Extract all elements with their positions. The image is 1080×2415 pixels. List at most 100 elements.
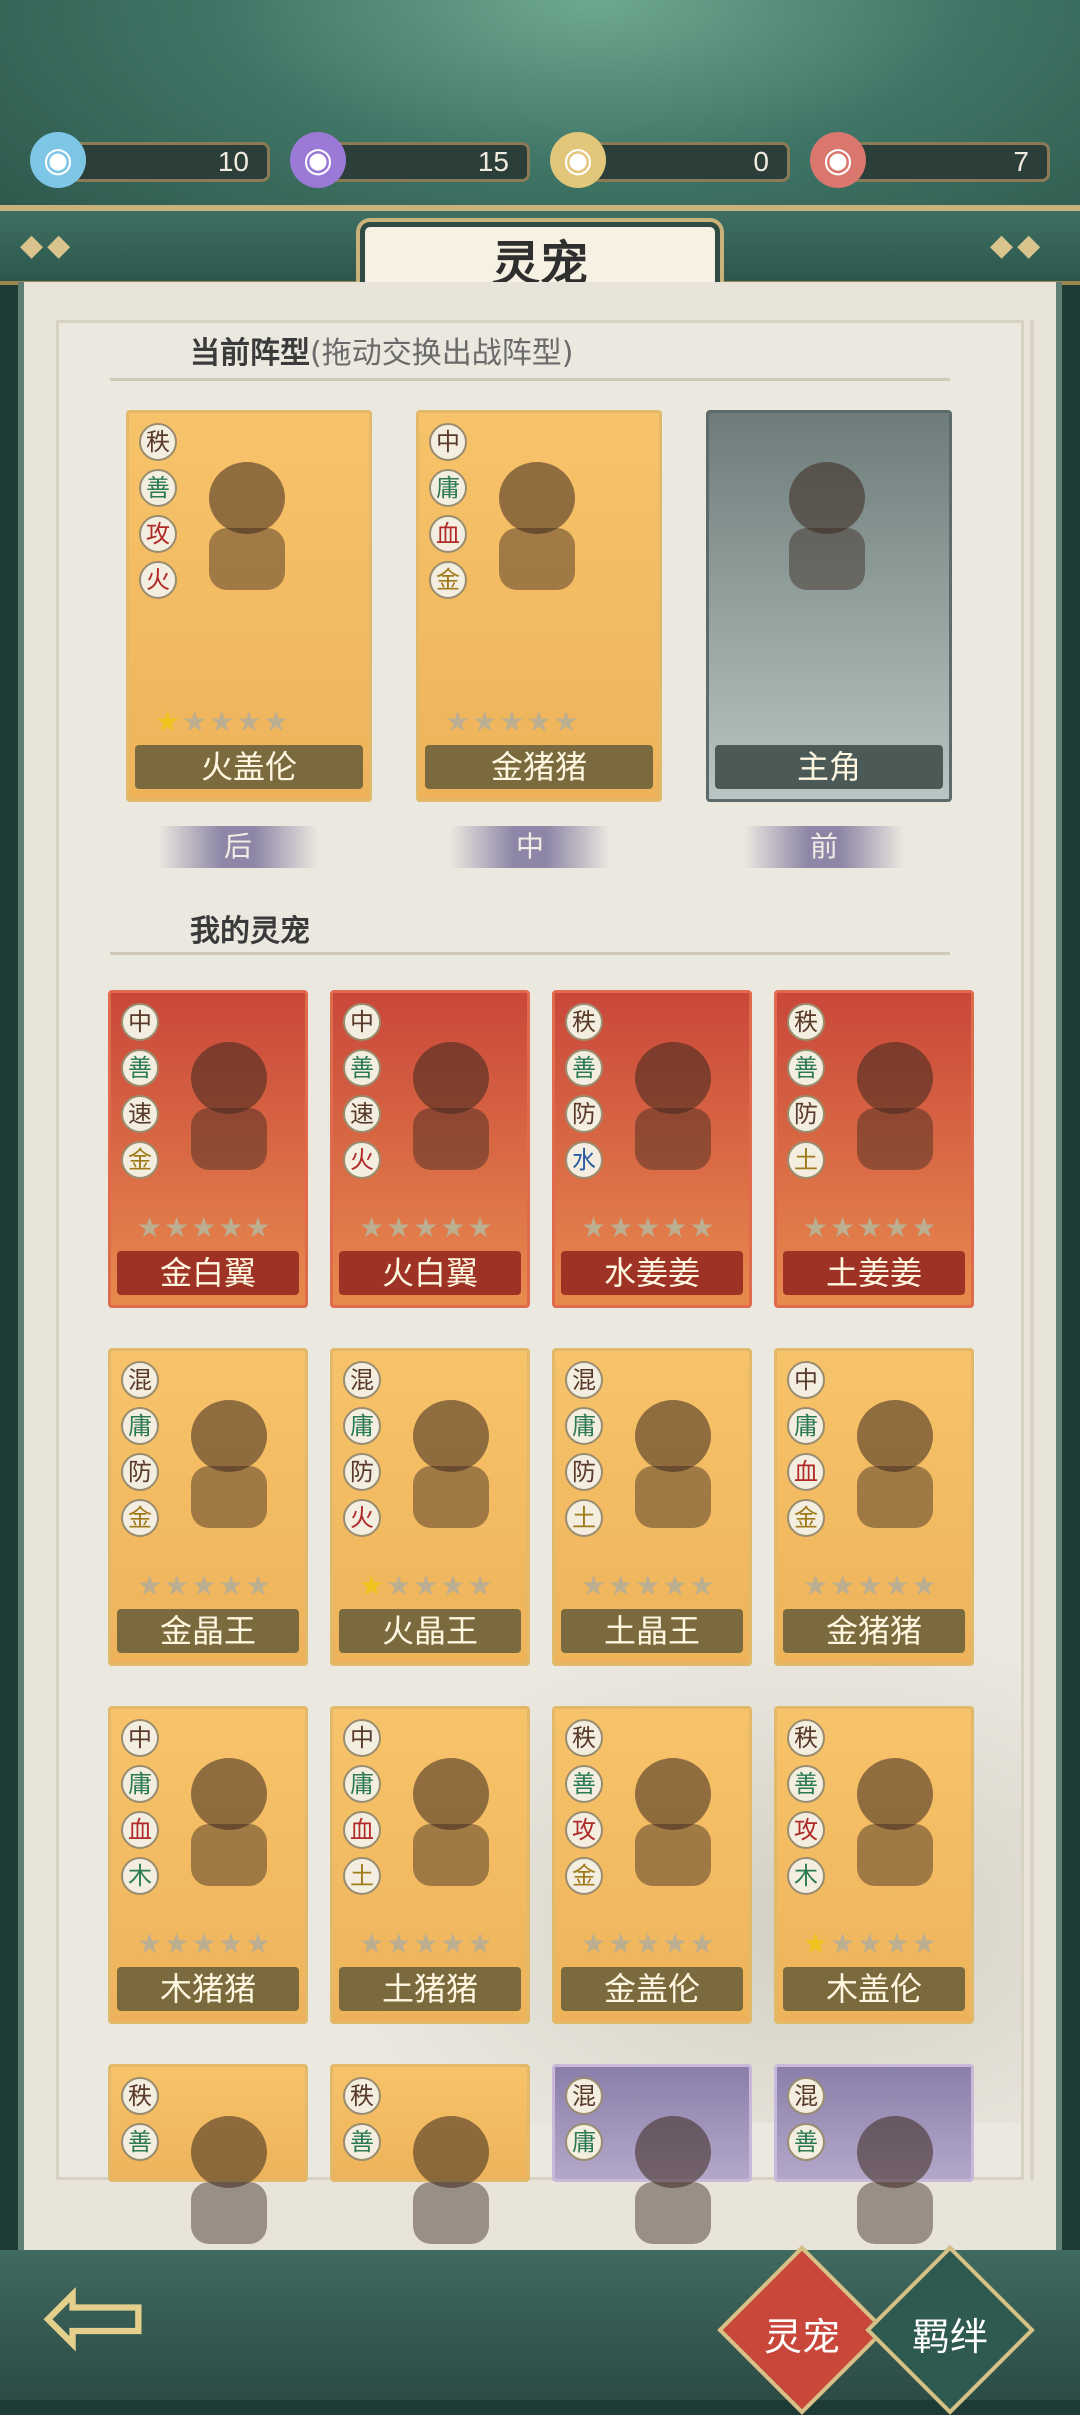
pet-portrait: [161, 1739, 297, 1899]
resource-3: 0 ◉: [550, 132, 790, 188]
trait-tag: 善: [121, 2123, 159, 2161]
star-icon: ★: [526, 705, 552, 738]
pet-card[interactable]: 秩善攻金 ★ ★ ★ ★ ★ 金盖伦: [552, 1706, 752, 2024]
trait-tag: 金: [121, 1141, 159, 1179]
my-pets-title: 我的灵宠: [190, 914, 310, 949]
divider: [110, 952, 950, 955]
tab-bonds[interactable]: 羁绊: [880, 2306, 1020, 2361]
resource-bar: 10 ◉ 15 ◉ 0 ◉ 7 ◉: [20, 132, 1060, 192]
position-back: 后: [158, 826, 318, 868]
trait-tag: 善: [139, 469, 177, 507]
pet-card[interactable]: 中庸血金 ★ ★ ★ ★ ★ 金猪猪: [774, 1348, 974, 1666]
pet-name: 火盖伦: [135, 745, 363, 789]
star-icon: ★: [386, 1569, 412, 1602]
star-icon: ★: [830, 1211, 856, 1244]
pet-card[interactable]: 中庸血土 ★ ★ ★ ★ ★ 土猪猪: [330, 1706, 530, 2024]
scrollbar[interactable]: [1030, 320, 1034, 2180]
pet-portrait: [605, 1739, 741, 1899]
star-icon: ★: [857, 1927, 883, 1960]
trait-tags: 混庸防金: [121, 1361, 159, 1545]
pet-card[interactable]: 秩善: [108, 2064, 308, 2244]
star-icon: ★: [689, 1211, 715, 1244]
trait-tag: 庸: [121, 1765, 159, 1803]
trait-tag: 秩: [787, 1719, 825, 1757]
star-icon: ★: [608, 1211, 634, 1244]
trait-tag: 血: [343, 1811, 381, 1849]
resource-value: 10: [70, 142, 270, 182]
pet-card[interactable]: 中庸血金 ★ ★ ★ ★ ★ 金猪猪: [416, 410, 662, 802]
star-icon: ★: [803, 1211, 829, 1244]
pet-card[interactable]: 混庸防金 ★ ★ ★ ★ ★ 金晶王: [108, 1348, 308, 1666]
trait-tag: 善: [565, 1765, 603, 1803]
pet-portrait: [827, 1739, 963, 1899]
pet-name: 火晶王: [339, 1609, 521, 1653]
pet-portrait: [383, 2097, 519, 2257]
pet-portrait: [827, 2097, 963, 2257]
trait-tag: 庸: [429, 469, 467, 507]
pet-name: 火白翼: [339, 1251, 521, 1295]
star-icon: ★: [440, 1569, 466, 1602]
pet-name: 金猪猪: [425, 745, 653, 789]
pet-card[interactable]: 秩善防水 ★ ★ ★ ★ ★ 水姜姜: [552, 990, 752, 1308]
trait-tag: 血: [121, 1811, 159, 1849]
pet-card[interactable]: 秩善: [330, 2064, 530, 2244]
pet-name: 木猪猪: [117, 1967, 299, 2011]
ornament-right-icon: ◆◆: [990, 228, 1045, 263]
trait-tag: 防: [343, 1453, 381, 1491]
ornament-left-icon: ◆◆: [20, 228, 75, 263]
trait-tag: 庸: [121, 1407, 159, 1445]
star-icon: ★: [245, 1927, 271, 1960]
star-icon: ★: [413, 1927, 439, 1960]
resource-value: 7: [850, 142, 1050, 182]
trait-tag: 善: [565, 1049, 603, 1087]
pet-portrait: [383, 1739, 519, 1899]
pet-card[interactable]: 中善速金 ★ ★ ★ ★ ★ 金白翼: [108, 990, 308, 1308]
pet-card[interactable]: 中庸血木 ★ ★ ★ ★ ★ 木猪猪: [108, 1706, 308, 2024]
trait-tag: 防: [787, 1095, 825, 1133]
spirit-orb-purple-icon[interactable]: ◉: [290, 132, 346, 188]
star-icon: ★: [608, 1569, 634, 1602]
trait-tag: 土: [565, 1499, 603, 1537]
position-middle: 中: [450, 826, 610, 868]
star-icon: ★: [689, 1927, 715, 1960]
trait-tag: 金: [429, 561, 467, 599]
trait-tag: 混: [565, 1361, 603, 1399]
trait-tag: 水: [565, 1141, 603, 1179]
spirit-orb-red-icon[interactable]: ◉: [810, 132, 866, 188]
trait-tag: 防: [121, 1453, 159, 1491]
pet-card[interactable]: 混庸防火 ★ ★ ★ ★ ★ 火晶王: [330, 1348, 530, 1666]
star-rating: ★ ★ ★ ★ ★: [137, 1571, 287, 1601]
trait-tag: 中: [121, 1719, 159, 1757]
trait-tag: 秩: [343, 2077, 381, 2115]
spirit-orb-blue-icon[interactable]: ◉: [30, 132, 86, 188]
pet-card[interactable]: 混善: [774, 2064, 974, 2244]
pet-card[interactable]: 秩善防土 ★ ★ ★ ★ ★ 土姜姜: [774, 990, 974, 1308]
trait-tag: 木: [787, 1857, 825, 1895]
star-rating: ★ ★ ★ ★ ★: [581, 1929, 731, 1959]
star-rating: ★ ★ ★ ★ ★: [359, 1929, 509, 1959]
pet-portrait: [383, 1023, 519, 1183]
spirit-orb-gold-icon[interactable]: ◉: [550, 132, 606, 188]
pet-card[interactable]: 主角: [706, 410, 952, 802]
star-icon: ★: [137, 1569, 163, 1602]
trait-tags: 秩善攻金: [565, 1719, 603, 1903]
star-icon: ★: [182, 705, 208, 738]
trait-tag: 血: [429, 515, 467, 553]
star-icon: ★: [662, 1569, 688, 1602]
trait-tag: 土: [343, 1857, 381, 1895]
pet-card[interactable]: 混庸防土 ★ ★ ★ ★ ★ 土晶王: [552, 1348, 752, 1666]
pet-card[interactable]: 秩善攻火 ★ ★ ★ ★ ★ 火盖伦: [126, 410, 372, 802]
pet-name: 主角: [715, 745, 943, 789]
pet-card[interactable]: 秩善攻木 ★ ★ ★ ★ ★ 木盖伦: [774, 1706, 974, 2024]
pet-card[interactable]: 中善速火 ★ ★ ★ ★ ★ 火白翼: [330, 990, 530, 1308]
trait-tag: 善: [787, 1049, 825, 1087]
trait-tag: 庸: [787, 1407, 825, 1445]
pet-card[interactable]: 混庸: [552, 2064, 752, 2244]
star-icon: ★: [581, 1211, 607, 1244]
pet-portrait: [827, 1023, 963, 1183]
pet-portrait: [605, 2097, 741, 2257]
back-arrow-icon[interactable]: ⇦: [40, 2250, 230, 2380]
tab-pets[interactable]: 灵宠: [732, 2306, 872, 2361]
star-icon: ★: [472, 705, 498, 738]
star-icon: ★: [209, 705, 235, 738]
